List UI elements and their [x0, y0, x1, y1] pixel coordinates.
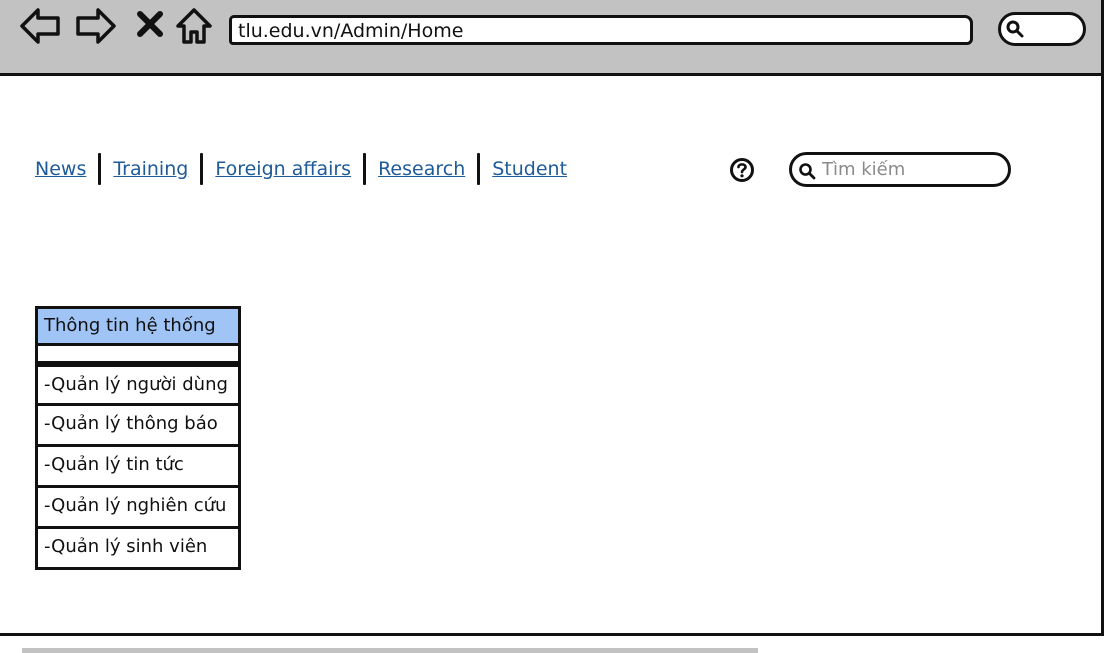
- browser-search-field[interactable]: [998, 12, 1086, 46]
- browser-window: tlu.edu.vn/Admin/Home News Training Fore…: [0, 0, 1111, 653]
- search-icon: [799, 163, 816, 180]
- menu-item-news-management[interactable]: -Quản lý tin tức: [35, 447, 241, 488]
- search-icon: [1006, 20, 1024, 38]
- main-nav: News Training Foreign affairs Research S…: [35, 152, 567, 186]
- admin-menu-spacer: [35, 346, 241, 364]
- site-search-box: [789, 152, 1011, 187]
- menu-item-user-management[interactable]: -Quản lý người dùng: [35, 364, 241, 406]
- horizontal-scrollbar[interactable]: [22, 648, 758, 653]
- search-input[interactable]: [822, 156, 992, 182]
- browser-toolbar: tlu.edu.vn/Admin/Home: [0, 0, 1104, 76]
- menu-item-student-management[interactable]: -Quản lý sinh viên: [35, 529, 241, 570]
- window-bottom-border: [0, 633, 1104, 636]
- forward-arrow-icon[interactable]: [74, 4, 118, 48]
- nav-link-news[interactable]: News: [35, 158, 86, 180]
- nav-divider: [200, 153, 204, 185]
- home-icon[interactable]: [172, 4, 216, 48]
- admin-menu-header: Thông tin hệ thống: [35, 306, 241, 346]
- nav-link-training[interactable]: Training: [113, 158, 188, 180]
- window-right-border: [1101, 76, 1104, 636]
- nav-link-foreign-affairs[interactable]: Foreign affairs: [215, 158, 351, 180]
- menu-item-notice-management[interactable]: -Quản lý thông báo: [35, 406, 241, 447]
- nav-divider: [363, 153, 367, 185]
- close-icon[interactable]: [130, 4, 170, 48]
- address-bar-url: tlu.edu.vn/Admin/Home: [238, 20, 464, 42]
- admin-menu: Thông tin hệ thống -Quản lý người dùng -…: [35, 306, 241, 570]
- nav-link-student[interactable]: Student: [492, 158, 567, 180]
- menu-item-research-management[interactable]: -Quản lý nghiên cứu: [35, 488, 241, 529]
- nav-divider: [98, 153, 102, 185]
- help-icon[interactable]: [729, 157, 755, 183]
- nav-divider: [477, 153, 481, 185]
- nav-link-research[interactable]: Research: [378, 158, 465, 180]
- address-bar[interactable]: tlu.edu.vn/Admin/Home: [229, 15, 973, 45]
- back-arrow-icon[interactable]: [18, 4, 62, 48]
